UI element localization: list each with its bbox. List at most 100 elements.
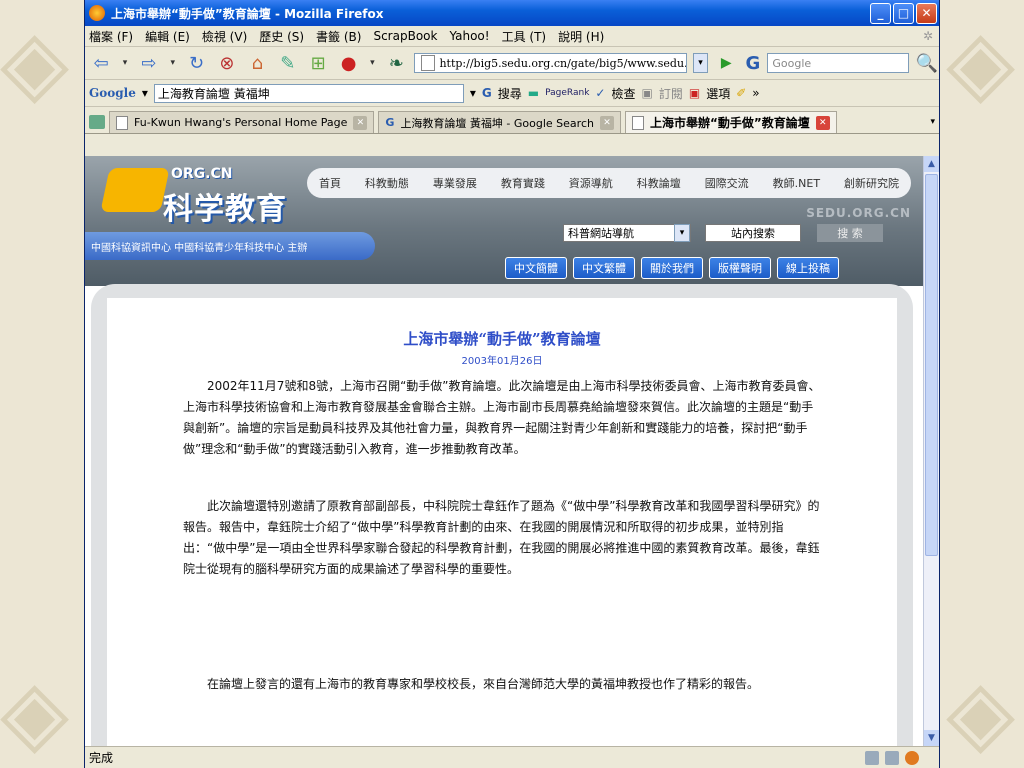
edit-page-icon[interactable]: ✎ — [276, 51, 300, 75]
menu-file[interactable]: 檔案 (F) — [89, 28, 133, 45]
menu-history[interactable]: 歷史 (S) — [259, 28, 304, 45]
search-icon[interactable]: 🔍 — [915, 51, 939, 75]
status-firefox-icon[interactable] — [905, 750, 919, 765]
leaf-icon[interactable]: ❧ — [384, 51, 408, 75]
tab-google-search[interactable]: G 上海教育論壇 黃福坤 - Google Search ✕ — [378, 111, 621, 133]
scroll-thumb[interactable] — [925, 174, 938, 556]
check-button[interactable]: 檢查 — [611, 85, 635, 102]
tab-close-icon[interactable]: ✕ — [815, 115, 830, 130]
menu-help[interactable]: 說明 (H) — [558, 28, 604, 45]
nav-teacher-net[interactable]: 教師.NET — [773, 175, 820, 191]
site-search-button[interactable]: 搜 索 — [817, 224, 883, 242]
simplified-chinese-link[interactable]: 中文簡體 — [505, 257, 567, 279]
about-us-link[interactable]: 關於我們 — [641, 257, 703, 279]
maximize-button[interactable]: □ — [893, 2, 914, 24]
highlighter-icon[interactable]: ✐ — [736, 86, 746, 100]
article-title: 上海市舉辦“動手做”教育論壇 — [403, 330, 601, 348]
nav-practice[interactable]: 教育實踐 — [501, 175, 545, 191]
window-title: 上海市舉辦“動手做”教育論壇 - Mozilla Firefox — [111, 6, 384, 21]
tab-home-page[interactable]: Fu-Kwun Hwang's Personal Home Page ✕ — [109, 111, 375, 133]
decorative-pattern-icon: ◈ — [946, 660, 1016, 765]
search-engine-icon[interactable]: G — [744, 51, 761, 75]
google-query-dropdown-icon[interactable]: ▾ — [470, 86, 476, 100]
site-logo[interactable]: 科学教育 — [163, 184, 287, 228]
google-search-button[interactable]: 搜尋 — [498, 85, 522, 102]
tab-label: 上海教育論壇 黃福坤 - Google Search — [400, 116, 594, 130]
nav-professional[interactable]: 專業發展 — [433, 175, 477, 191]
site-link-pills: 中文簡體 中文繁體 關於我們 版權聲明 線上投稿 — [505, 257, 839, 279]
new-window-icon[interactable]: ⊞ — [306, 51, 330, 75]
close-button[interactable]: ✕ — [916, 2, 937, 24]
tab-close-icon[interactable]: ✕ — [599, 115, 614, 130]
select-dropdown-icon[interactable]: ▾ — [674, 224, 690, 242]
search-input[interactable]: Google — [767, 53, 909, 73]
vertical-scrollbar[interactable]: ▲ ▼ — [923, 156, 939, 746]
tab-label: 上海市舉辦“動手做”教育論壇 — [649, 116, 810, 130]
organizer-note: 中國科協資訊中心 中國科協青少年科技中心 主辦 — [85, 232, 375, 260]
google-g-icon: G — [481, 86, 492, 100]
nav-home[interactable]: 首頁 — [319, 175, 341, 191]
traditional-chinese-link[interactable]: 中文繁體 — [573, 257, 635, 279]
adblock-dropdown-icon[interactable]: ▾ — [367, 51, 378, 75]
google-logo[interactable]: Google — [89, 86, 136, 100]
reload-icon[interactable]: ↻ — [184, 51, 208, 75]
stop-icon[interactable]: ⊗ — [215, 51, 239, 75]
navigation-toolbar: ⇦ ▾ ⇨ ▾ ↻ ⊗ ⌂ ✎ ⊞ ● ▾ ❧ http://big5.sedu… — [85, 47, 939, 80]
back-dropdown-icon[interactable]: ▾ — [119, 51, 130, 75]
status-text: 完成 — [89, 751, 114, 765]
subscribe-icon: ▣ — [641, 86, 653, 100]
menu-yahoo[interactable]: Yahoo! — [449, 29, 489, 43]
more-button[interactable]: » — [752, 86, 759, 100]
options-button[interactable]: 選項 — [706, 85, 730, 102]
status-tool-icon[interactable] — [865, 750, 879, 765]
tab-article[interactable]: 上海市舉辦“動手做”教育論壇 ✕ — [624, 111, 837, 133]
minimize-button[interactable]: _ — [870, 2, 891, 24]
content-panel: 上海市舉辦“動手做”教育論壇 2003年01月26日 2002年11月7號和8號… — [91, 284, 913, 746]
nav-international[interactable]: 國際交流 — [705, 175, 749, 191]
article-paragraph: 在論壇上發言的還有上海市的教育專家和學校校長，來自台灣師范大學的黃福坤教授也作了… — [207, 677, 760, 691]
subscribe-button[interactable]: 訂閱 — [659, 85, 683, 102]
nav-resources[interactable]: 資源導航 — [569, 175, 613, 191]
scroll-up-icon[interactable]: ▲ — [924, 156, 939, 172]
adblock-icon[interactable]: ● — [336, 51, 360, 75]
options-icon: ▣ — [688, 86, 701, 100]
scroll-down-icon[interactable]: ▼ — [924, 730, 939, 746]
pagerank-label[interactable]: PageRank — [545, 88, 589, 98]
site-nav-select[interactable]: 科普網站導航 ▾ — [563, 224, 691, 242]
google-g-icon: G — [385, 116, 395, 129]
url-bar[interactable]: http://big5.sedu.org.cn/gate/big5/www.se… — [414, 53, 687, 73]
google-search-input[interactable]: 上海教育論壇 黃福坤 — [153, 83, 464, 103]
firefox-icon — [89, 5, 105, 21]
google-dropdown-icon[interactable]: ▾ — [142, 86, 148, 100]
copyright-link[interactable]: 版權聲明 — [709, 257, 771, 279]
menu-scrapbook[interactable]: ScrapBook — [373, 29, 437, 43]
status-page-icon[interactable] — [885, 750, 899, 765]
nav-news[interactable]: 科教動態 — [365, 175, 409, 191]
submit-online-link[interactable]: 線上投稿 — [777, 257, 839, 279]
forward-arrow-icon[interactable]: ⇨ — [137, 51, 161, 75]
menu-tools[interactable]: 工具 (T) — [502, 28, 547, 45]
menu-bar: 檔案 (F) 編輯 (E) 檢視 (V) 歷史 (S) 書籤 (B) Scrap… — [85, 26, 939, 47]
new-tab-icon[interactable] — [89, 115, 105, 129]
tab-list-dropdown-icon[interactable]: ▾ — [930, 117, 935, 127]
nav-innovation[interactable]: 創新研究院 — [844, 175, 899, 191]
nav-forum[interactable]: 科教論壇 — [637, 175, 681, 191]
go-icon[interactable]: ▶ — [714, 51, 738, 75]
article: 上海市舉辦“動手做”教育論壇 2003年01月26日 2002年11月7號和8號… — [107, 298, 897, 746]
tab-close-icon[interactable]: ✕ — [353, 115, 368, 130]
url-dropdown-icon[interactable]: ▾ — [692, 53, 709, 73]
menu-bookmarks[interactable]: 書籤 (B) — [316, 28, 361, 45]
page-icon — [421, 55, 436, 71]
title-bar[interactable]: 上海市舉辦“動手做”教育論壇 - Mozilla Firefox _ □ ✕ — [85, 0, 939, 26]
select-value: 科普網站導航 — [568, 227, 634, 240]
back-arrow-icon[interactable]: ⇦ — [89, 51, 113, 75]
tab-bar: Fu-Kwun Hwang's Personal Home Page ✕ G 上… — [85, 107, 939, 134]
site-header: ORG.CN 科学教育 首頁 科教動態 專業發展 教育實踐 資源導航 科教論壇 … — [85, 156, 923, 286]
page-icon — [116, 115, 128, 130]
menu-view[interactable]: 檢視 (V) — [202, 28, 247, 45]
article-paragraph: 此次論壇還特別邀請了原教育部副部長，中科院院士韋鈺作了題為《“做中學”科學教育改… — [183, 499, 820, 576]
home-icon[interactable]: ⌂ — [245, 51, 269, 75]
site-search-input[interactable]: 站內搜索 — [705, 224, 801, 242]
menu-edit[interactable]: 編輯 (E) — [145, 28, 190, 45]
forward-dropdown-icon[interactable]: ▾ — [167, 51, 178, 75]
